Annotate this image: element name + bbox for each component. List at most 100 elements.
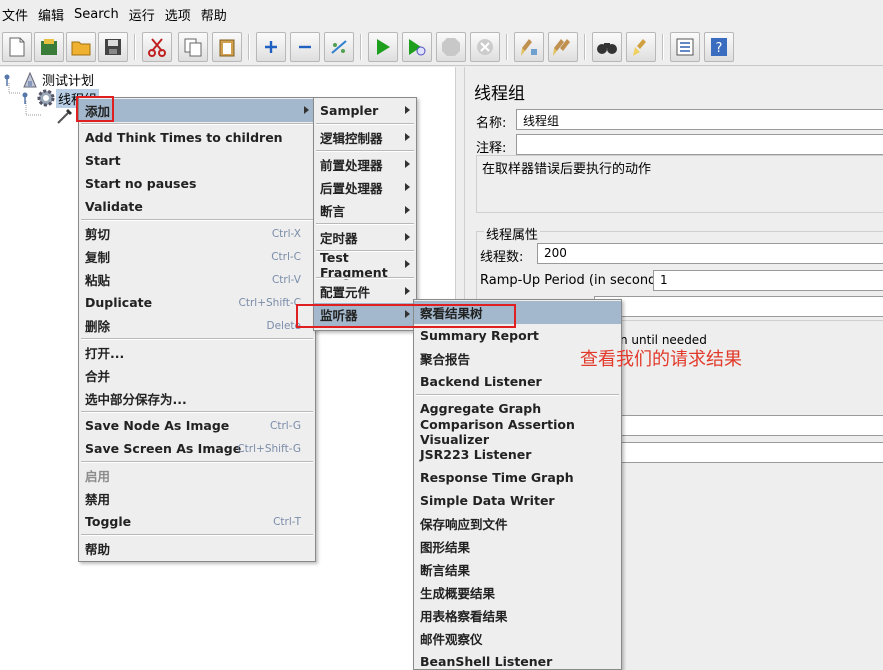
toggle-button[interactable]: [324, 32, 354, 62]
templates-icon: [41, 39, 57, 55]
menu-item-start-no-pauses[interactable]: Start no pauses: [79, 172, 315, 195]
menu-item-mailer-visualizer[interactable]: 邮件观察仪: [414, 627, 621, 650]
collapse-all-button[interactable]: [290, 32, 320, 62]
menu-item-enable: 启用: [85, 469, 111, 484]
help-icon: ?: [711, 38, 727, 56]
threads-field[interactable]: 200: [537, 243, 883, 264]
name-field[interactable]: 线程组: [516, 109, 883, 130]
menu-item-test-fragment[interactable]: Test Fragment: [314, 250, 416, 280]
menu-item-simple-data-writer[interactable]: Simple Data Writer: [414, 489, 621, 512]
menu-item-config-element[interactable]: 配置元件: [314, 280, 416, 303]
name-label: 名称:: [476, 116, 507, 131]
menu-item-response-time-graph[interactable]: Response Time Graph: [414, 466, 621, 489]
submenu-arrow-icon: [304, 106, 309, 114]
start-button[interactable]: [368, 32, 398, 62]
new-button[interactable]: [2, 32, 32, 62]
highlight-box-listener: [296, 304, 516, 328]
comment-field[interactable]: [516, 134, 883, 155]
templates-button[interactable]: [34, 32, 64, 62]
start-no-pauses-button[interactable]: [402, 32, 432, 62]
open-button[interactable]: [66, 32, 96, 62]
menu-item-start[interactable]: Start: [79, 149, 315, 172]
function-helper-button[interactable]: [670, 32, 700, 62]
menu-item-assertion-results[interactable]: 断言结果: [414, 558, 621, 581]
menu-bar: 文件 编辑 Search 运行 选项 帮助: [0, 0, 883, 28]
expand-all-button[interactable]: [256, 32, 286, 62]
save-button[interactable]: [98, 32, 128, 62]
tree-toggle-icon: [22, 92, 28, 104]
menu-item-pre-processor[interactable]: 前置处理器: [314, 153, 416, 176]
menu-item-open[interactable]: 打开...: [79, 341, 315, 364]
test-plan-icon: [23, 71, 37, 87]
menu-item-paste[interactable]: 粘贴 Ctrl-V: [79, 268, 315, 291]
menu-item-timer[interactable]: 定时器: [314, 226, 416, 249]
menu-item-save-responses[interactable]: 保存响应到文件: [414, 512, 621, 535]
menu-item-generate-summary[interactable]: 生成概要结果: [414, 581, 621, 604]
loop-count-field[interactable]: [594, 296, 883, 317]
search-icon: [597, 43, 617, 54]
menu-item-graph-results[interactable]: 图形结果: [414, 535, 621, 558]
tree-node-test-plan[interactable]: 测试计划: [2, 70, 96, 89]
cut-button[interactable]: [142, 32, 172, 62]
paste-button[interactable]: [212, 32, 242, 62]
menu-options[interactable]: 选项: [163, 5, 197, 24]
menu-edit[interactable]: 编辑: [36, 5, 70, 24]
start-no-pauses-icon: [409, 39, 426, 56]
reset-search-icon: [633, 39, 646, 56]
startup-delay-field[interactable]: [616, 442, 883, 463]
menu-item-comparison-assertion-visualizer[interactable]: Comparison Assertion Visualizer: [414, 417, 621, 447]
copy-button[interactable]: [178, 32, 208, 62]
gear-icon: [37, 89, 55, 107]
menu-search[interactable]: Search: [72, 7, 125, 22]
menu-help[interactable]: 帮助: [199, 5, 233, 24]
duration-field[interactable]: [616, 415, 883, 436]
menu-run[interactable]: 运行: [127, 5, 161, 24]
clear-button[interactable]: [514, 32, 544, 62]
menu-item-backend-listener[interactable]: Backend Listener: [414, 370, 621, 393]
menu-item-save-node-image[interactable]: Save Node As Image Ctrl-G: [79, 414, 315, 437]
error-action-title: 在取样器错误后要执行的动作: [482, 162, 652, 177]
menu-item-beanshell-listener[interactable]: BeanShell Listener: [414, 650, 621, 670]
new-icon: [9, 37, 25, 57]
search-button[interactable]: [592, 32, 622, 62]
menu-item-post-processor[interactable]: 后置处理器: [314, 176, 416, 199]
menu-item-add-think-times[interactable]: Add Think Times to children: [79, 126, 315, 149]
help-button[interactable]: ?: [704, 32, 734, 62]
submenu-arrow-icon: [405, 260, 410, 268]
menu-item-validate[interactable]: Validate: [79, 195, 315, 218]
start-icon: [377, 39, 390, 55]
menu-item-help[interactable]: 帮助: [79, 537, 315, 560]
copy-icon: [184, 38, 202, 57]
menu-item-jsr223-listener[interactable]: JSR223 Listener: [414, 443, 621, 466]
menu-item-cut[interactable]: 剪切 Ctrl-X: [79, 222, 315, 245]
submenu-arrow-icon: [405, 233, 410, 241]
clear-all-button[interactable]: [548, 32, 578, 62]
menu-file[interactable]: 文件: [0, 5, 34, 24]
menu-item-sampler[interactable]: Sampler: [314, 99, 416, 122]
menu-item-save-selection[interactable]: 选中部分保存为...: [79, 387, 315, 410]
stop-button[interactable]: [436, 32, 466, 62]
submenu-arrow-icon: [405, 183, 410, 191]
tree-node-child[interactable]: [56, 107, 74, 125]
menu-item-delete[interactable]: 删除 Delete: [79, 314, 315, 337]
highlight-box-add: [76, 96, 114, 122]
pipette-icon: [57, 109, 72, 124]
menu-item-disable[interactable]: 禁用: [79, 487, 315, 510]
menu-item-assertion[interactable]: 断言: [314, 199, 416, 222]
menu-item-logic-controller[interactable]: 逻辑控制器: [314, 126, 416, 149]
rampup-field[interactable]: 1: [653, 270, 883, 291]
save-icon: [105, 39, 121, 55]
submenu-arrow-icon: [405, 133, 410, 141]
open-icon: [71, 41, 91, 56]
context-menu: 添加 Add Think Times to children Start Sta…: [78, 97, 316, 562]
reset-search-button[interactable]: [626, 32, 656, 62]
shutdown-button[interactable]: [470, 32, 500, 62]
thread-properties-title: 线程属性: [484, 224, 541, 243]
menu-item-copy[interactable]: 复制 Ctrl-C: [79, 245, 315, 268]
menu-item-duplicate[interactable]: Duplicate Ctrl+Shift-C: [79, 291, 315, 314]
menu-item-add[interactable]: 添加: [79, 99, 315, 122]
menu-item-toggle[interactable]: Toggle Ctrl-T: [79, 510, 315, 533]
menu-item-save-screen-image[interactable]: Save Screen As Image Ctrl+Shift-G: [79, 437, 315, 460]
menu-item-view-results-table[interactable]: 用表格察看结果: [414, 604, 621, 627]
menu-item-merge[interactable]: 合并: [79, 364, 315, 387]
